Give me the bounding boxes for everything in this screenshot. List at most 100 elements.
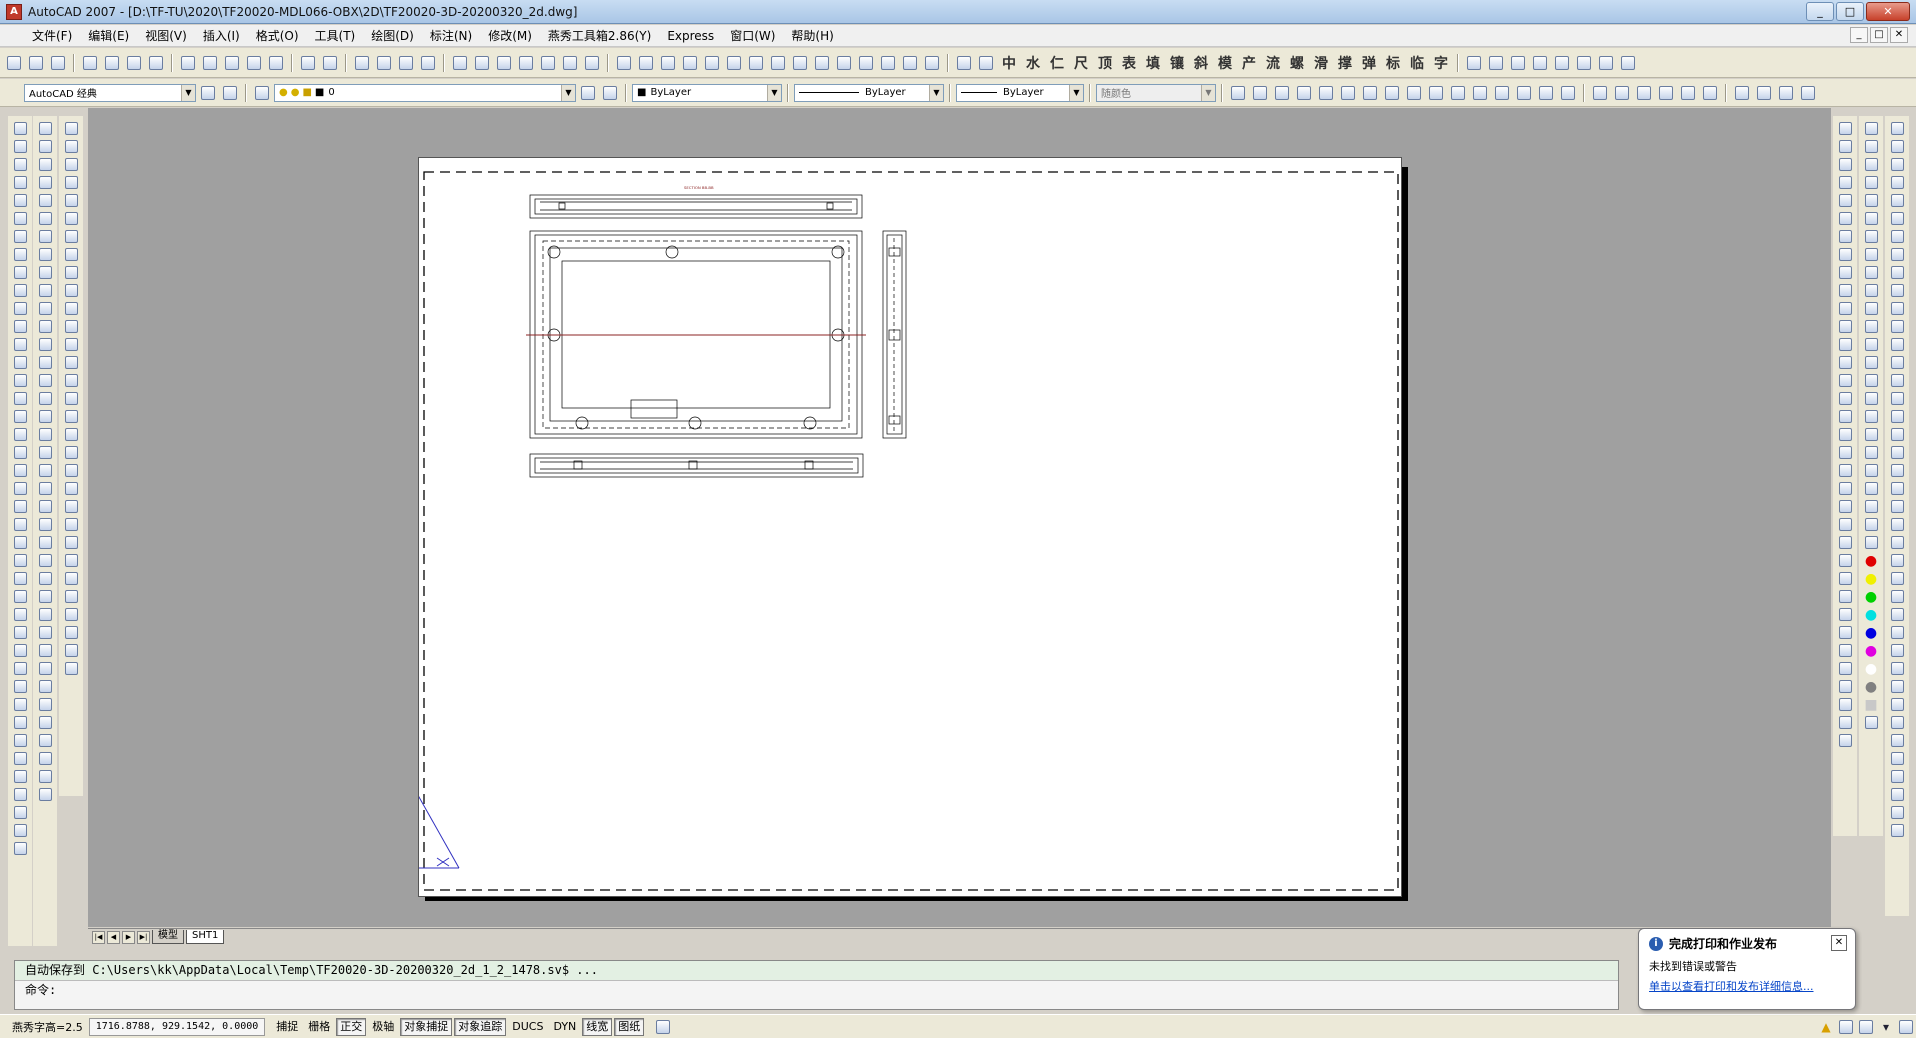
yanxiu-tool-13-icon[interactable] <box>878 53 898 73</box>
yx-left-29-icon[interactable] <box>35 624 55 641</box>
r2-tool-14-icon[interactable] <box>1861 354 1881 371</box>
r2-tool-11-icon[interactable] <box>1861 300 1881 317</box>
yx-tool-22-icon[interactable] <box>10 840 30 857</box>
yanxiu-tool-9-icon[interactable] <box>790 53 810 73</box>
workspace-dropdown[interactable]: AutoCAD 经典 ▼ <box>24 83 196 102</box>
yanxiu-tool-10-icon[interactable] <box>812 53 832 73</box>
tool-insert[interactable]: 镶 <box>1166 53 1188 73</box>
plot-notification-balloon[interactable]: i 完成打印和作业发布 ✕ 未找到错误或警告 单击以查看打印和发布详细信息... <box>1638 928 1856 1010</box>
yanxiu-tool-14-icon[interactable] <box>900 53 920 73</box>
r1-tool-14-icon[interactable] <box>1835 354 1855 371</box>
open-icon[interactable] <box>26 53 46 73</box>
linetype-dropdown[interactable]: ByLayer ▼ <box>794 83 944 102</box>
word-icon[interactable] <box>1618 53 1638 73</box>
tab-sht1[interactable]: SHT1 <box>186 930 225 944</box>
r3-tool-36-icon[interactable] <box>1887 750 1907 767</box>
ortho-toggle[interactable]: 正交 <box>336 1017 367 1036</box>
tool-fill[interactable]: 填 <box>1142 53 1164 73</box>
yanxiu-guide-icon[interactable] <box>1448 83 1468 103</box>
r3-tool-7-icon[interactable] <box>1887 228 1907 245</box>
yx-left-28-icon[interactable] <box>35 606 55 623</box>
dim-tool-4-icon[interactable] <box>1656 83 1676 103</box>
yx-left-27-icon[interactable] <box>35 588 55 605</box>
library-icon[interactable] <box>1464 53 1484 73</box>
yx-left-14-icon[interactable] <box>35 354 55 371</box>
tool-text[interactable]: 字 <box>1430 53 1452 73</box>
r2-tool-6-icon[interactable] <box>1861 210 1881 227</box>
r1-tool-7-icon[interactable] <box>1835 228 1855 245</box>
r2-tool-13-icon[interactable] <box>1861 336 1881 353</box>
red-color-icon[interactable]: ● <box>1861 552 1881 569</box>
r1-tool-18-icon[interactable] <box>1835 426 1855 443</box>
r1-tool-23-icon[interactable] <box>1835 516 1855 533</box>
m-tool-1-icon[interactable] <box>61 426 81 443</box>
r1-tool-11-icon[interactable] <box>1835 300 1855 317</box>
tool-slide[interactable]: 滑 <box>1310 53 1332 73</box>
yanxiu-tool-15-icon[interactable] <box>922 53 942 73</box>
yx-left-30-icon[interactable] <box>35 642 55 659</box>
yx-tool-21-icon[interactable] <box>10 822 30 839</box>
yx-left-37-icon[interactable] <box>35 768 55 785</box>
r3-tool-6-icon[interactable] <box>1887 210 1907 227</box>
r1-tool-15-icon[interactable] <box>1835 372 1855 389</box>
status-menu-icon[interactable]: ▾ <box>1876 1017 1896 1037</box>
r2-tool-4-icon[interactable] <box>1861 174 1881 191</box>
r3-tool-15-icon[interactable] <box>1887 372 1907 389</box>
r3-tool-25-icon[interactable] <box>1887 552 1907 569</box>
yanxiu-tool-2-icon[interactable] <box>636 53 656 73</box>
r3-tool-28-icon[interactable] <box>1887 606 1907 623</box>
paper-sheet[interactable]: SECTION BB-BB <box>409 157 1402 897</box>
workspace-save-icon[interactable] <box>220 83 240 103</box>
copy-object-icon[interactable] <box>61 138 81 155</box>
r2-tool-18-icon[interactable] <box>1861 426 1881 443</box>
m-tool-10-icon[interactable] <box>61 588 81 605</box>
paper-toggle[interactable]: 图纸 <box>614 1017 645 1036</box>
bottom-view[interactable] <box>529 453 864 478</box>
m-tool-14-icon[interactable] <box>61 660 81 677</box>
lineweight-toggle[interactable]: 线宽 <box>582 1017 613 1036</box>
tool-table[interactable]: 表 <box>1118 53 1140 73</box>
menu-file[interactable]: 文件(F) <box>24 25 80 47</box>
yx-left-35-icon[interactable] <box>35 732 55 749</box>
r3-tool-8-icon[interactable] <box>1887 246 1907 263</box>
r3-tool-11-icon[interactable] <box>1887 300 1907 317</box>
r2-tool-22-icon[interactable] <box>1861 498 1881 515</box>
tool-product[interactable]: 产 <box>1238 53 1260 73</box>
r2-tool-17-icon[interactable] <box>1861 408 1881 425</box>
dyn-toggle[interactable]: DYN <box>549 1018 580 1036</box>
yx-left-21-icon[interactable] <box>35 480 55 497</box>
tool-spring[interactable]: 弹 <box>1358 53 1380 73</box>
sheet-set-icon[interactable] <box>516 53 536 73</box>
mtext-icon[interactable] <box>10 444 30 461</box>
region-icon[interactable] <box>10 408 30 425</box>
yx-left-2-icon[interactable] <box>35 138 55 155</box>
yx-tool-8-icon[interactable] <box>10 588 30 605</box>
yx-left-25-icon[interactable] <box>35 552 55 569</box>
r1-tool-19-icon[interactable] <box>1835 444 1855 461</box>
plastic-icon[interactable] <box>1508 53 1528 73</box>
r1-tool-32-icon[interactable] <box>1835 678 1855 695</box>
yanxiu-ejector-icon[interactable] <box>1382 83 1402 103</box>
view-tool-1-icon[interactable] <box>1732 83 1752 103</box>
yx-tool-16-icon[interactable] <box>10 732 30 749</box>
yanxiu-lines-icon[interactable] <box>1316 83 1336 103</box>
r3-tool-14-icon[interactable] <box>1887 354 1907 371</box>
m-tool-9-icon[interactable] <box>61 570 81 587</box>
pan-icon[interactable] <box>352 53 372 73</box>
3d-dwf-icon[interactable] <box>146 53 166 73</box>
fillet-icon[interactable] <box>61 390 81 407</box>
green-color-icon[interactable]: ● <box>1861 588 1881 605</box>
r3-tool-19-icon[interactable] <box>1887 444 1907 461</box>
command-window[interactable]: 自动保存到 C:\Users\kk\AppData\Local\Temp\TF2… <box>14 960 1619 1010</box>
insert-block-icon[interactable] <box>10 318 30 335</box>
yx-left-7-icon[interactable] <box>35 228 55 245</box>
yanxiu-tool-4-icon[interactable] <box>680 53 700 73</box>
menu-express[interactable]: Express <box>659 25 722 47</box>
r3-tool-35-icon[interactable] <box>1887 732 1907 749</box>
yx-tool-11-icon[interactable] <box>10 642 30 659</box>
point-icon[interactable] <box>10 354 30 371</box>
menu-format[interactable]: 格式(O) <box>248 25 307 47</box>
last-tab-icon[interactable]: ▶| <box>137 930 150 944</box>
doc-restore-button[interactable]: □ <box>1870 27 1888 43</box>
extend-icon[interactable] <box>61 300 81 317</box>
